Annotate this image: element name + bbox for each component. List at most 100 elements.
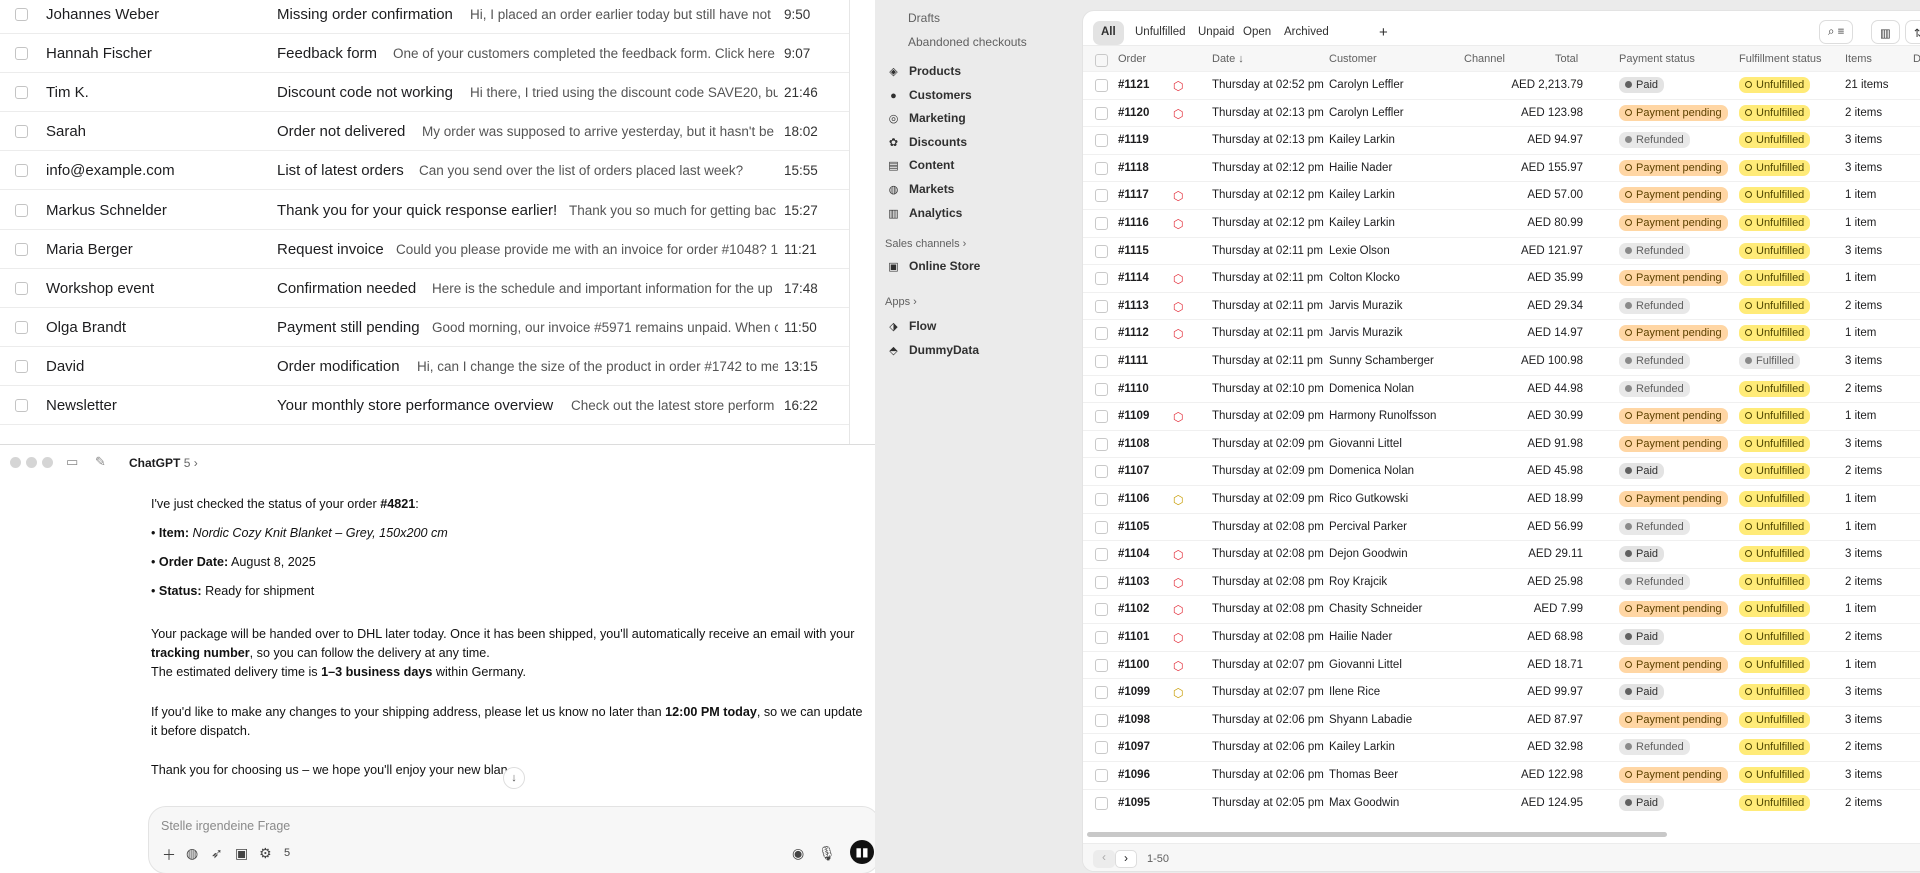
order-row[interactable]: #1115 Thursday at 02:11 pm Lexie Olson AED … bbox=[1083, 236, 1920, 265]
order-id[interactable]: #1117 bbox=[1118, 189, 1149, 201]
order-id[interactable]: #1118 bbox=[1118, 162, 1149, 174]
zoom-window-dot[interactable] bbox=[42, 457, 53, 468]
order-row-checkbox[interactable] bbox=[1095, 686, 1108, 700]
order-id[interactable]: #1112 bbox=[1118, 327, 1149, 339]
order-row-checkbox[interactable] bbox=[1095, 713, 1108, 727]
column-header-date[interactable]: Date ↓ bbox=[1212, 53, 1244, 65]
nav-item[interactable]: ● Customers bbox=[887, 88, 972, 110]
column-header-payment[interactable]: Payment status bbox=[1619, 53, 1695, 65]
nav-item[interactable]: ✿ Discounts bbox=[887, 135, 967, 157]
order-row[interactable]: #1112 ⬡ Thursday at 02:11 pm Jarvis Murazik… bbox=[1083, 319, 1920, 347]
order-row-checkbox[interactable] bbox=[1095, 327, 1108, 341]
order-row[interactable]: #1103 ⬡ Thursday at 02:08 pm Roy Krajcik AED… bbox=[1083, 567, 1920, 596]
column-header-delivery[interactable]: De bbox=[1913, 53, 1920, 65]
globe-icon[interactable]: ◍ bbox=[186, 845, 198, 862]
order-id[interactable]: #1110 bbox=[1118, 383, 1149, 395]
sidebar-toggle-icon[interactable]: ▭ bbox=[66, 454, 78, 470]
order-row[interactable]: #1100 ⬡ Thursday at 02:07 pm Giovanni Litte… bbox=[1083, 650, 1920, 679]
order-id[interactable]: #1105 bbox=[1118, 521, 1149, 533]
mail-row-checkbox[interactable] bbox=[15, 8, 28, 21]
order-row[interactable]: #1120 ⬡ Thursday at 02:13 pm Carolyn Leffle… bbox=[1083, 98, 1920, 127]
order-row[interactable]: #1107 Thursday at 02:09 pm Domenica Nolan A… bbox=[1083, 457, 1920, 485]
order-row-checkbox[interactable] bbox=[1095, 548, 1108, 562]
order-row[interactable]: #1117 ⬡ Thursday at 02:12 pm Kailey Larkin A… bbox=[1083, 181, 1920, 209]
order-row-checkbox[interactable] bbox=[1095, 299, 1108, 313]
order-id[interactable]: #1097 bbox=[1118, 741, 1150, 753]
order-items[interactable]: 3 items bbox=[1845, 438, 1882, 450]
column-header-items[interactable]: Items bbox=[1845, 53, 1872, 65]
mail-row-checkbox[interactable] bbox=[15, 86, 28, 100]
order-items[interactable]: 2 items bbox=[1845, 741, 1882, 753]
rocket-icon[interactable]: ➶ bbox=[211, 845, 223, 862]
mail-row[interactable]: Maria Berger Request invoice Could you ple… bbox=[0, 230, 849, 269]
order-id[interactable]: #1113 bbox=[1118, 300, 1149, 312]
order-id[interactable]: #1098 bbox=[1118, 714, 1150, 726]
column-header-total[interactable]: Total bbox=[1555, 53, 1578, 65]
order-id[interactable]: #1100 bbox=[1118, 659, 1149, 671]
mail-row-checkbox[interactable] bbox=[15, 399, 28, 412]
order-row-checkbox[interactable] bbox=[1095, 272, 1108, 286]
order-id[interactable]: #1115 bbox=[1118, 245, 1149, 257]
order-row[interactable]: #1106 ⬡ Thursday at 02:09 pm Rico Gutkowski… bbox=[1083, 485, 1920, 513]
nav-app-item[interactable]: ⬗ Flow bbox=[887, 319, 936, 341]
order-items[interactable]: 2 items bbox=[1845, 383, 1882, 395]
order-id[interactable]: #1109 bbox=[1118, 410, 1149, 422]
order-row-checkbox[interactable] bbox=[1095, 244, 1108, 258]
order-items[interactable]: 2 items bbox=[1845, 300, 1882, 312]
order-row-checkbox[interactable] bbox=[1095, 189, 1108, 203]
order-id[interactable]: #1120 bbox=[1118, 107, 1149, 119]
order-row[interactable]: #1101 ⬡ Thursday at 02:08 pm Hailie Nader AE… bbox=[1083, 623, 1920, 651]
order-row-checkbox[interactable] bbox=[1095, 520, 1108, 534]
order-row-checkbox[interactable] bbox=[1095, 106, 1108, 120]
order-items[interactable]: 3 items bbox=[1845, 162, 1882, 174]
mail-row-checkbox[interactable] bbox=[15, 164, 28, 178]
order-row[interactable]: #1102 ⬡ Thursday at 02:08 pm Chasity Schnei… bbox=[1083, 595, 1920, 623]
order-row-checkbox[interactable] bbox=[1095, 658, 1108, 672]
order-items[interactable]: 2 items bbox=[1845, 631, 1882, 643]
order-items[interactable]: 1 item bbox=[1845, 217, 1876, 229]
mail-row[interactable]: David Order modification Hi, can I change … bbox=[0, 347, 849, 386]
mail-row-checkbox[interactable] bbox=[15, 281, 28, 295]
order-row-checkbox[interactable] bbox=[1095, 741, 1108, 755]
order-items[interactable]: 3 items bbox=[1845, 245, 1882, 257]
mail-row[interactable]: Johannes Weber Missing order confirmation… bbox=[0, 0, 849, 34]
tools-icon[interactable]: ⚙ bbox=[259, 845, 272, 862]
voice-mode-button[interactable]: ▮▮ bbox=[850, 840, 874, 864]
order-id[interactable]: #1111 bbox=[1118, 355, 1148, 367]
nav-item[interactable]: ◍ Markets bbox=[887, 182, 955, 204]
plus-icon[interactable]: ＋ bbox=[162, 845, 176, 865]
select-all-checkbox[interactable] bbox=[1095, 54, 1108, 67]
order-row[interactable]: #1121 ⬡ Thursday at 02:52 pm Carolyn Leffle… bbox=[1083, 71, 1920, 99]
nav-subitem[interactable]: Abandoned checkouts bbox=[908, 35, 1027, 49]
order-items[interactable]: 1 item bbox=[1845, 659, 1876, 671]
tab-archived[interactable]: Archived bbox=[1276, 21, 1337, 45]
order-row-checkbox[interactable] bbox=[1095, 769, 1108, 782]
order-row[interactable]: #1110 Thursday at 02:10 pm Domenica Nolan A… bbox=[1083, 374, 1920, 403]
order-items[interactable]: 2 items bbox=[1845, 107, 1882, 119]
column-header-fulfillment[interactable]: Fulfillment status bbox=[1739, 53, 1822, 65]
order-id[interactable]: #1121 bbox=[1118, 79, 1149, 91]
new-chat-icon[interactable]: ✎ bbox=[95, 454, 106, 470]
nav-item[interactable]: ◎ Marketing bbox=[887, 111, 966, 133]
mail-row-checkbox[interactable] bbox=[15, 359, 28, 373]
order-row[interactable]: #1105 Thursday at 02:08 pm Percival Parker… bbox=[1083, 512, 1920, 541]
mail-row[interactable]: info@example.com List of latest orders Can… bbox=[0, 151, 849, 191]
search-filter-icon[interactable]: ⌕ ≡ bbox=[1819, 20, 1854, 44]
columns-icon[interactable]: ▥ bbox=[1871, 20, 1900, 44]
nav-subitem[interactable]: Drafts bbox=[908, 11, 940, 25]
order-row-checkbox[interactable] bbox=[1095, 631, 1108, 644]
order-items[interactable]: 1 item bbox=[1845, 272, 1876, 284]
mail-row-checkbox[interactable] bbox=[15, 125, 28, 139]
order-id[interactable]: #1106 bbox=[1118, 493, 1149, 505]
order-items[interactable]: 21 items bbox=[1845, 79, 1888, 91]
order-items[interactable]: 1 item bbox=[1845, 493, 1876, 505]
order-row-checkbox[interactable] bbox=[1095, 603, 1108, 617]
add-view-plus-icon[interactable]: + bbox=[1371, 19, 1396, 43]
order-row[interactable]: #1098 Thursday at 02:06 pm Shyann Labadie A… bbox=[1083, 705, 1920, 734]
mail-row[interactable]: Hannah Fischer Feedback form One of your c… bbox=[0, 34, 849, 74]
mail-row[interactable]: Markus Schnelder Thank you for your quick… bbox=[0, 191, 849, 230]
minimize-window-dot[interactable] bbox=[26, 457, 37, 468]
column-header-channel[interactable]: Channel bbox=[1464, 53, 1505, 65]
order-items[interactable]: 3 items bbox=[1845, 355, 1882, 367]
order-row[interactable]: #1104 ⬡ Thursday at 02:08 pm Dejon Goodwin A… bbox=[1083, 540, 1920, 568]
